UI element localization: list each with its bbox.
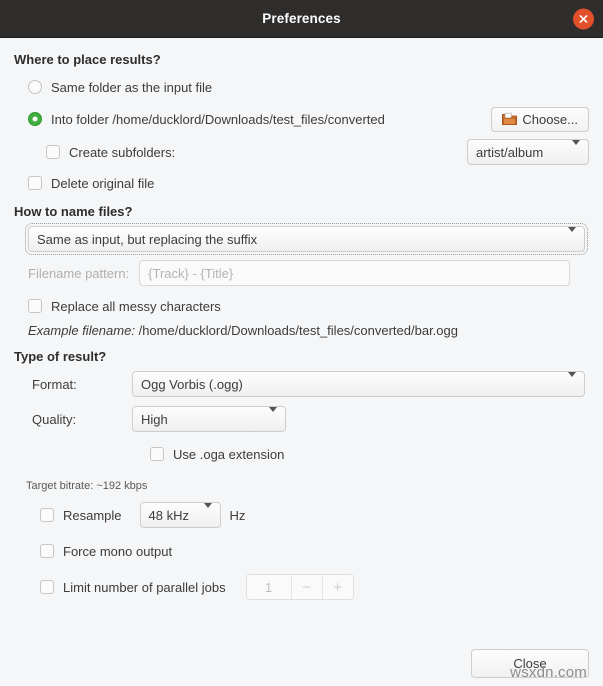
radio-into-folder[interactable] [28, 112, 42, 126]
window-close-button[interactable] [573, 8, 594, 29]
filename-pattern-row: Filename pattern: {Track} - {Title} [28, 260, 589, 286]
replace-messy-row[interactable]: Replace all messy characters [28, 293, 589, 319]
result-heading: Type of result? [14, 349, 107, 364]
target-bitrate-text: Target bitrate: ~192 kbps [26, 480, 148, 492]
delete-original-checkbox[interactable] [28, 176, 42, 190]
folder-icon [502, 112, 518, 125]
create-subfolders-checkbox[interactable] [46, 145, 60, 159]
limit-jobs-checkbox[interactable] [40, 580, 54, 594]
use-oga-row[interactable]: Use .oga extension [150, 441, 589, 467]
radio-same-folder[interactable] [28, 80, 42, 94]
radio-same-folder-label: Same folder as the input file [51, 79, 213, 95]
naming-scheme-combo[interactable]: Same as input, but replacing the suffix [25, 223, 588, 255]
parallel-jobs-increment-button[interactable]: + [321, 575, 353, 599]
format-label: Format: [32, 376, 77, 392]
force-mono-label: Force mono output [63, 543, 173, 559]
replace-messy-label: Replace all messy characters [51, 298, 221, 314]
force-mono-checkbox[interactable] [40, 544, 54, 558]
use-oga-checkbox[interactable] [150, 447, 164, 461]
example-filename-path: /home/ducklord/Downloads/test_files/conv… [138, 323, 458, 338]
radio-same-folder-row[interactable]: Same folder as the input file [28, 74, 589, 100]
radio-into-folder-row[interactable]: Into folder /home/ducklord/Downloads/tes… [28, 106, 589, 132]
parallel-jobs-spinner[interactable]: 1 − + [245, 574, 354, 600]
resample-checkbox[interactable] [40, 508, 54, 522]
format-value: Ogg Vorbis (.ogg) [141, 376, 243, 392]
quality-label: Quality: [32, 411, 77, 427]
delete-original-label: Delete original file [51, 175, 155, 191]
format-combo[interactable]: Ogg Vorbis (.ogg) [132, 371, 585, 397]
create-subfolders-label: Create subfolders: [69, 144, 176, 160]
example-filename: Example filename: /home/ducklord/Downloa… [28, 323, 589, 338]
resample-label: Resample [63, 507, 122, 523]
dialog-footer: Close [471, 649, 589, 678]
limit-jobs-row[interactable]: Limit number of parallel jobs 1 − + [40, 574, 589, 600]
chevron-down-icon [194, 502, 212, 523]
close-icon [579, 14, 588, 23]
choose-folder-label: Choose... [522, 111, 578, 127]
title-bar: Preferences [0, 0, 603, 38]
filename-pattern-label: Filename pattern: [28, 265, 130, 281]
subfolder-pattern-combo[interactable]: artist/album [467, 139, 589, 165]
filename-pattern-placeholder: {Track} - {Title} [148, 265, 234, 281]
quality-row: Quality: High [14, 406, 589, 432]
radio-into-folder-label: Into folder /home/ducklord/Downloads/tes… [51, 111, 385, 127]
chevron-down-icon [558, 226, 576, 247]
replace-messy-checkbox[interactable] [28, 299, 42, 313]
resample-row[interactable]: Resample 48 kHz Hz [40, 502, 589, 528]
chevron-down-icon [558, 371, 576, 392]
close-dialog-button[interactable]: Close [471, 649, 589, 678]
resample-rate-combo[interactable]: 48 kHz [139, 502, 221, 528]
naming-scheme-value: Same as input, but replacing the suffix [37, 231, 258, 247]
placement-heading: Where to place results? [14, 52, 161, 67]
parallel-jobs-decrement-button[interactable]: − [290, 575, 322, 599]
window-title: Preferences [262, 11, 341, 26]
delete-original-row[interactable]: Delete original file [28, 170, 589, 196]
filename-pattern-input[interactable]: {Track} - {Title} [139, 260, 571, 286]
format-row: Format: Ogg Vorbis (.ogg) [14, 371, 589, 397]
naming-heading: How to name files? [14, 204, 133, 219]
create-subfolders-row[interactable]: Create subfolders: artist/album [46, 139, 589, 165]
quality-value: High [141, 411, 168, 427]
parallel-jobs-value[interactable]: 1 [247, 575, 291, 599]
quality-combo[interactable]: High [132, 406, 286, 432]
preferences-content: Where to place results? Same folder as t… [0, 38, 603, 686]
resample-rate-value: 48 kHz [148, 507, 189, 523]
choose-folder-button[interactable]: Choose... [491, 106, 589, 132]
resample-unit-label: Hz [229, 507, 246, 523]
force-mono-row[interactable]: Force mono output [40, 538, 589, 564]
subfolder-pattern-value: artist/album [476, 144, 544, 160]
chevron-down-icon [562, 139, 580, 160]
use-oga-label: Use .oga extension [173, 446, 285, 462]
chevron-down-icon [259, 406, 277, 427]
example-filename-prefix: Example filename: [28, 323, 135, 338]
limit-jobs-label: Limit number of parallel jobs [63, 579, 226, 595]
